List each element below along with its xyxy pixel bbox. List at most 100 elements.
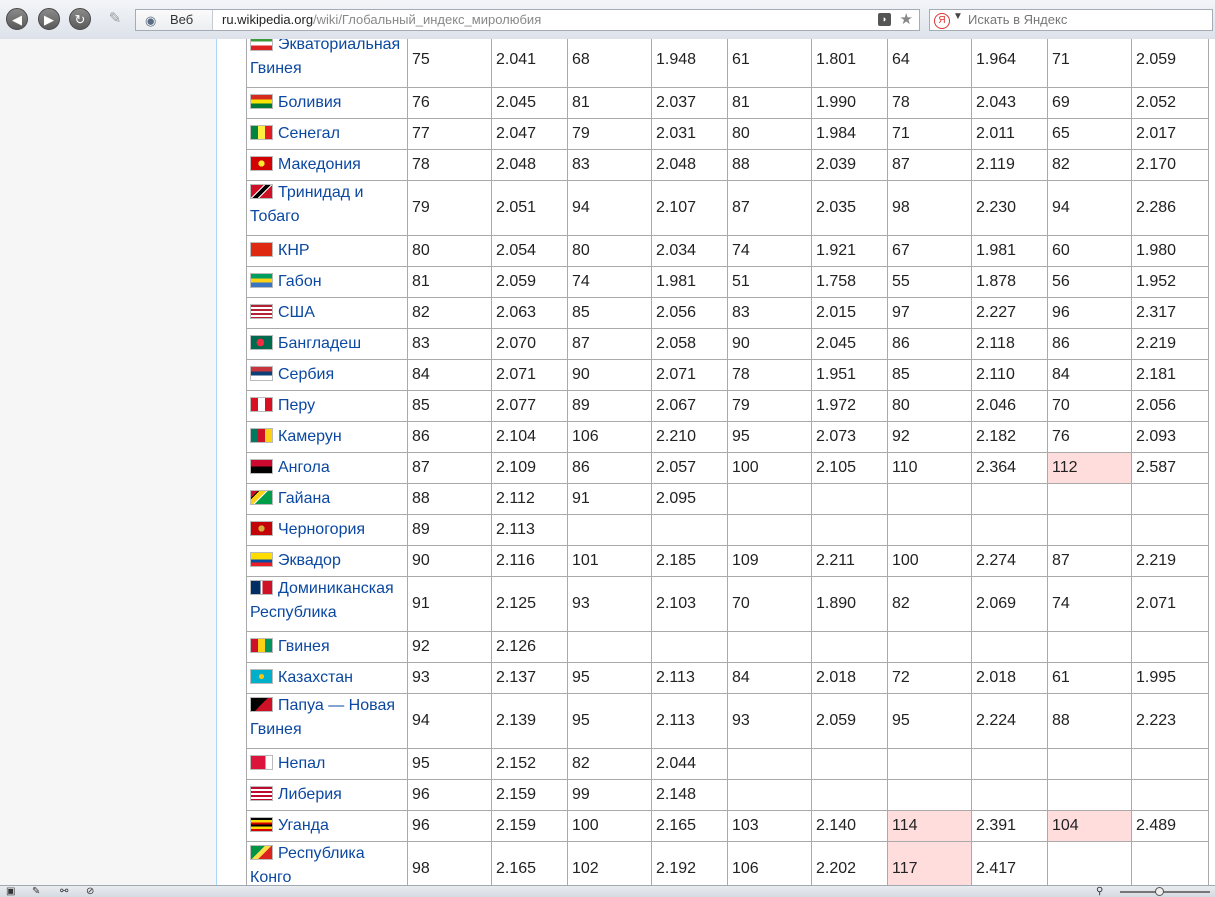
country-link[interactable]: Камерун — [278, 428, 342, 445]
score-cell: 2.045 — [491, 88, 567, 118]
score-cell: 2.048 — [491, 150, 567, 180]
search-mode-selector[interactable]: ◉ Веб — [136, 10, 213, 30]
rank-cell: 106 — [727, 842, 811, 885]
status-block-icon[interactable]: ⊘ — [86, 886, 94, 897]
score-cell: 2.317 — [1131, 298, 1209, 328]
usa-flag-icon — [250, 304, 273, 319]
table-row: Доминиканская Республика 91 2.125 93 2.103 70… — [246, 576, 1209, 631]
status-share-icon[interactable]: ⚯ — [60, 886, 68, 897]
country-cell-content: Папуа — Новая Гвинея — [250, 694, 407, 742]
country-cell: Боливия — [246, 88, 407, 118]
country-cell: Уганда — [246, 811, 407, 841]
table-row: Бангладеш 83 2.070 87 2.058 90 2.045 86 2.118 86 2… — [246, 328, 1209, 359]
country-link[interactable]: США — [278, 304, 315, 321]
rank-cell: 90 — [727, 329, 811, 359]
score-cell: 2.113 — [491, 515, 567, 545]
rank-cell: 80 — [567, 236, 651, 266]
status-tools-icon[interactable]: ✎ — [32, 886, 40, 897]
rank-cell: 71 — [1047, 39, 1131, 87]
bookmark-star-icon[interactable]: ★ — [900, 10, 913, 28]
address-bar[interactable]: ◉ Веб ru.wikipedia.org/wiki/Глобальный_и… — [135, 9, 920, 31]
table-right-border — [1208, 780, 1209, 810]
zoom-slider[interactable] — [1120, 891, 1210, 893]
rank-cell: 56 — [1047, 267, 1131, 297]
country-cell: Папуа — Новая Гвинея — [246, 694, 407, 748]
score-cell — [811, 749, 887, 779]
guinea-flag-icon — [250, 638, 273, 653]
rank-cell: 84 — [407, 360, 491, 390]
rank-cell: 74 — [567, 267, 651, 297]
country-link[interactable]: Бангладеш — [278, 335, 361, 352]
score-cell: 2.107 — [651, 181, 727, 235]
country-link[interactable]: Казахстан — [278, 669, 353, 686]
country-link[interactable]: Ангола — [278, 459, 330, 476]
country-link[interactable]: Гайана — [278, 490, 330, 507]
score-cell: 2.126 — [491, 632, 567, 662]
country-cell-content: Казахстан — [250, 666, 407, 690]
rank-cell: 94 — [567, 181, 651, 235]
bolivia-flag-icon — [250, 94, 273, 109]
table-row: Непал 95 2.152 82 2.044 — [246, 748, 1209, 779]
score-cell: 2.017 — [1131, 119, 1209, 149]
rank-cell: 61 — [727, 39, 811, 87]
rank-cell: 94 — [1047, 181, 1131, 235]
rank-cell: 81 — [567, 88, 651, 118]
rank-cell: 117 — [887, 842, 971, 885]
search-engine-dropdown-icon[interactable]: ▼ — [953, 11, 963, 22]
rank-cell: 83 — [727, 298, 811, 328]
rank-cell: 95 — [567, 694, 651, 748]
serbia-flag-icon — [250, 366, 273, 381]
score-cell: 1.951 — [811, 360, 887, 390]
score-cell: 1.995 — [1131, 663, 1209, 693]
country-link[interactable]: Сербия — [278, 366, 334, 383]
url-text[interactable]: ru.wikipedia.org/wiki/Глобальный_индекс_… — [222, 12, 541, 27]
country-link[interactable]: Сенегал — [278, 125, 340, 142]
country-link[interactable]: Боливия — [278, 94, 341, 111]
search-input[interactable]: Искать в Яндекс — [968, 12, 1067, 27]
score-cell: 2.109 — [491, 453, 567, 483]
zoom-icon[interactable]: ⚲ — [1096, 886, 1103, 897]
score-cell: 2.224 — [971, 694, 1047, 748]
country-cell: Габон — [246, 267, 407, 297]
country-link[interactable]: Непал — [278, 755, 325, 772]
search-box[interactable]: Я ▼ Искать в Яндекс — [929, 9, 1213, 31]
country-link[interactable]: КНР — [278, 242, 310, 259]
zoom-slider-handle[interactable] — [1155, 887, 1164, 896]
country-cell: Черногория — [246, 515, 407, 545]
country-link[interactable]: Перу — [278, 397, 315, 414]
score-cell — [811, 515, 887, 545]
rank-cell: 74 — [727, 236, 811, 266]
wrench-icon[interactable]: ✎ — [104, 9, 126, 29]
score-cell: 2.073 — [811, 422, 887, 452]
table-right-border — [1208, 236, 1209, 266]
table-row: Гвинея 92 2.126 — [246, 631, 1209, 662]
montenegro-flag-icon — [250, 521, 273, 536]
back-button[interactable]: ◀ — [6, 8, 28, 30]
rank-cell: 98 — [407, 842, 491, 885]
table-right-border — [1208, 39, 1209, 87]
rank-cell: 106 — [567, 422, 651, 452]
country-link[interactable]: Черногория — [278, 521, 365, 538]
score-cell: 2.035 — [811, 181, 887, 235]
forward-button[interactable]: ▶ — [38, 8, 60, 30]
reload-icon: ↻ — [74, 12, 86, 27]
reload-button[interactable]: ↻ — [69, 8, 91, 30]
score-cell: 2.274 — [971, 546, 1047, 576]
rank-cell — [887, 515, 971, 545]
uganda-flag-icon — [250, 817, 273, 832]
rank-cell: 91 — [567, 484, 651, 514]
country-link[interactable]: Гвинея — [278, 638, 330, 655]
browser-toolbar: ◀ ▶ ↻ ✎ ◉ Веб ru.wikipedia.org/wiki/Глоб… — [0, 0, 1215, 40]
score-cell: 2.118 — [971, 329, 1047, 359]
country-link[interactable]: Уганда — [278, 817, 329, 834]
country-link[interactable]: Габон — [278, 273, 322, 290]
table-row: Либерия 96 2.159 99 2.148 — [246, 779, 1209, 810]
table-right-border — [1208, 329, 1209, 359]
country-link[interactable]: Македония — [278, 156, 361, 173]
status-page-icon[interactable]: ▣ — [6, 886, 15, 897]
country-link[interactable]: Эквадор — [278, 552, 341, 569]
rss-icon[interactable]: ◗ — [878, 13, 891, 26]
table-right-border — [1208, 150, 1209, 180]
country-link[interactable]: Либерия — [278, 786, 342, 803]
score-cell: 2.047 — [491, 119, 567, 149]
